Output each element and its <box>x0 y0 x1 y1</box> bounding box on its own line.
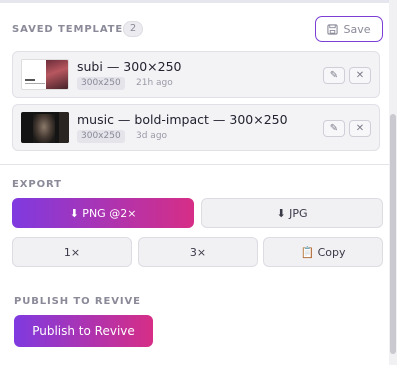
template-size-badge: 300x250 <box>77 130 125 143</box>
template-card[interactable]: music — bold-impact — 300×250 300x250 3d… <box>12 104 380 151</box>
export-heading: EXPORT <box>12 179 62 190</box>
export-jpg-button[interactable]: ⬇ JPG <box>201 198 383 228</box>
export-png-label: ⬇ PNG @2× <box>69 206 137 220</box>
template-export-panel: SAVED TEMPLATES 2 Save subi — 300×250 30… <box>0 0 389 365</box>
template-size-badge: 300x250 <box>77 77 125 90</box>
pencil-icon: ✎ <box>329 70 339 81</box>
edit-template-button[interactable]: ✎ <box>323 120 345 137</box>
save-button-label: Save <box>343 22 371 36</box>
delete-template-button[interactable]: ✕ <box>349 67 371 84</box>
template-thumbnail <box>21 59 69 90</box>
export-jpg-label: ⬇ JPG <box>276 206 308 220</box>
copy-button[interactable]: 📋 Copy <box>263 237 383 267</box>
close-icon: ✕ <box>355 70 365 81</box>
scrollbar-track[interactable] <box>389 0 397 365</box>
scale-3x-button[interactable]: 3× <box>138 237 258 267</box>
templates-count-badge: 2 <box>123 21 143 37</box>
scale-1x-label: 1× <box>63 245 81 259</box>
template-timestamp: 21h ago <box>136 78 173 88</box>
export-png-button[interactable]: ⬇ PNG @2× <box>12 198 194 228</box>
delete-template-button[interactable]: ✕ <box>349 120 371 137</box>
close-icon: ✕ <box>355 123 365 134</box>
template-timestamp: 3d ago <box>136 131 168 141</box>
publish-to-revive-button[interactable]: Publish to Revive <box>14 315 153 347</box>
scrollbar-thumb[interactable] <box>390 114 396 354</box>
publish-label: Publish to Revive <box>32 324 135 338</box>
pencil-icon: ✎ <box>329 123 339 134</box>
saved-templates-heading: SAVED TEMPLATES <box>12 24 132 35</box>
save-template-button[interactable]: Save <box>315 16 383 42</box>
template-name: music — bold-impact — 300×250 <box>77 112 288 127</box>
scale-3x-label: 3× <box>189 245 207 259</box>
publish-heading: PUBLISH TO REVIVE <box>14 296 141 307</box>
copy-label: 📋 Copy <box>300 245 346 259</box>
template-card[interactable]: subi — 300×250 300x250 21h ago ✎ ✕ <box>12 51 380 98</box>
save-icon <box>327 23 339 35</box>
template-thumbnail <box>21 112 69 143</box>
edit-template-button[interactable]: ✎ <box>323 67 345 84</box>
template-name: subi — 300×250 <box>77 59 182 74</box>
section-divider <box>0 164 389 165</box>
scale-1x-button[interactable]: 1× <box>12 237 132 267</box>
